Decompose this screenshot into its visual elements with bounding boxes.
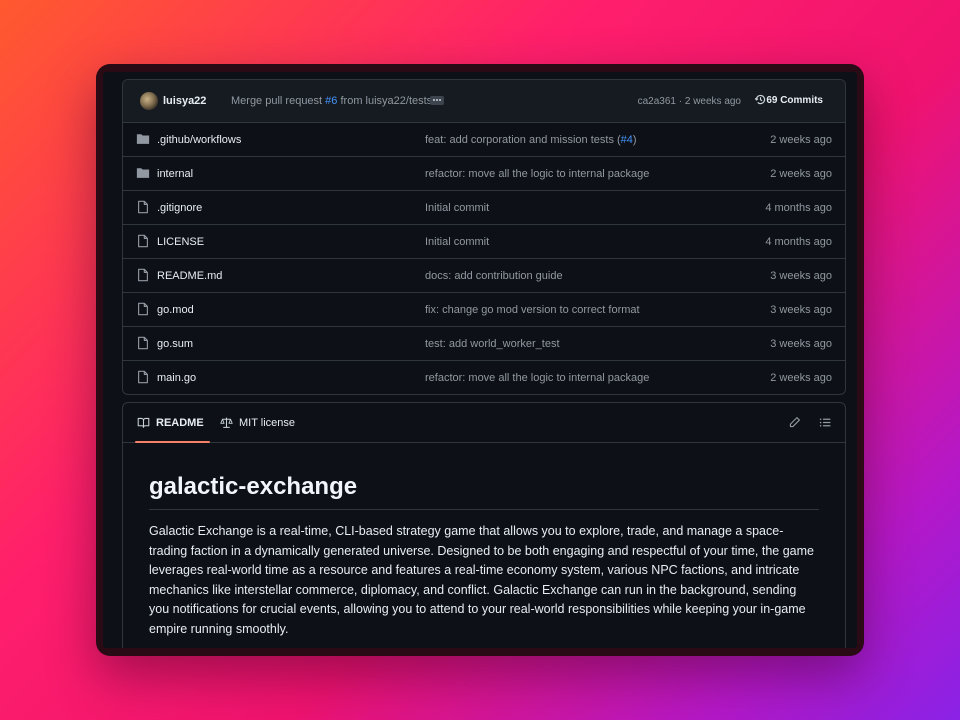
file-commit-text-end: ): [632, 134, 637, 146]
repo-screen: luisya22 Merge pull request #6 from luis…: [103, 72, 857, 648]
scale-icon: [220, 417, 233, 428]
file-commit-pr-link[interactable]: #4: [621, 134, 633, 146]
file-row[interactable]: LICENSE Initial commit 4 months ago: [123, 224, 845, 258]
file-icon: [138, 234, 148, 248]
file-commit-date: 4 months ago: [765, 202, 832, 214]
file-commit-message[interactable]: feat: add corporation and mission tests …: [425, 134, 637, 146]
file-commit-text: fix: change go mod version to correct fo…: [425, 304, 640, 316]
file-row[interactable]: go.sum test: add world_worker_test 3 weeks…: [123, 326, 845, 360]
readme-tabs: README MIT license: [123, 403, 845, 443]
file-commit-text: refactor: move all the logic to internal…: [425, 168, 650, 180]
file-row[interactable]: .github/workflows feat: add corporation a…: [123, 123, 845, 156]
file-commit-date: 2 weeks ago: [770, 372, 832, 384]
file-icon: [138, 302, 148, 316]
file-commit-message[interactable]: refactor: move all the logic to internal…: [425, 168, 649, 180]
readme-title: galactic-exchange: [149, 473, 819, 510]
file-commit-text: refactor: move all the logic to internal…: [425, 372, 650, 384]
file-commit-message[interactable]: Initial commit: [425, 202, 489, 214]
file-icon: [138, 370, 148, 384]
file-commit-date: 3 weeks ago: [770, 338, 832, 350]
file-name-link[interactable]: LICENSE: [157, 236, 204, 248]
commit-message[interactable]: Merge pull request #6 from luisya22/test…: [231, 95, 432, 107]
file-row[interactable]: internal refactor: move all the logic to …: [123, 156, 845, 190]
file-browser: luisya22 Merge pull request #6 from luis…: [122, 79, 846, 395]
commit-author-link[interactable]: luisya22: [163, 95, 206, 107]
readme-panel: README MIT license galactic-exchange Gal…: [122, 402, 846, 648]
folder-icon: [136, 168, 150, 178]
history-icon: [754, 94, 766, 105]
file-name-link[interactable]: internal: [157, 168, 193, 180]
readme-body: galactic-exchange Galactic Exchange is a…: [123, 473, 845, 639]
file-commit-date: 2 weeks ago: [770, 134, 832, 146]
file-name-link[interactable]: main.go: [157, 372, 196, 384]
file-icon: [138, 336, 148, 350]
commit-message-suffix: from luisya22/tests: [340, 95, 433, 107]
file-name-link[interactable]: README.md: [157, 270, 222, 282]
file-icon: [138, 200, 148, 214]
file-commit-date: 4 months ago: [765, 236, 832, 248]
folder-icon: [136, 134, 150, 144]
file-commit-message[interactable]: fix: change go mod version to correct fo…: [425, 304, 640, 316]
file-commit-message[interactable]: refactor: move all the logic to internal…: [425, 372, 649, 384]
tab-license[interactable]: MIT license: [220, 403, 295, 442]
file-list: .github/workflows feat: add corporation a…: [123, 123, 845, 394]
list-icon[interactable]: [819, 416, 832, 429]
ellipsis-icon[interactable]: [430, 96, 444, 105]
file-name-link[interactable]: .gitignore: [157, 202, 202, 214]
commits-count-link[interactable]: 69 Commits: [766, 95, 823, 106]
file-commit-date: 3 weeks ago: [770, 304, 832, 316]
file-name-link[interactable]: go.mod: [157, 304, 194, 316]
file-commit-message[interactable]: docs: add contribution guide: [425, 270, 563, 282]
tab-readme-label: README: [156, 416, 204, 429]
tab-readme[interactable]: README: [135, 403, 210, 443]
file-commit-text: Initial commit: [425, 202, 490, 214]
file-commit-message[interactable]: test: add world_worker_test: [425, 338, 560, 350]
commit-sha-time[interactable]: ca2a361 · 2 weeks ago: [638, 96, 741, 107]
avatar[interactable]: [140, 92, 158, 110]
pencil-icon[interactable]: [788, 416, 801, 429]
tab-license-label: MIT license: [239, 416, 296, 429]
file-commit-message[interactable]: Initial commit: [425, 236, 489, 248]
book-icon: [137, 417, 150, 428]
file-commit-date: 3 weeks ago: [770, 270, 832, 282]
file-row[interactable]: README.md docs: add contribution guide 3 w…: [123, 258, 845, 292]
file-row[interactable]: .gitignore Initial commit 4 months ago: [123, 190, 845, 224]
file-row[interactable]: main.go refactor: move all the logic to i…: [123, 360, 845, 394]
file-commit-text: Initial commit: [425, 236, 490, 248]
commit-message-prefix: Merge pull request: [231, 95, 323, 107]
file-name-link[interactable]: go.sum: [157, 338, 193, 350]
file-icon: [138, 268, 148, 282]
pr-link[interactable]: #6: [325, 95, 337, 107]
file-commit-text: feat: add corporation and mission tests …: [425, 134, 621, 146]
readme-description: Galactic Exchange is a real-time, CLI-ba…: [149, 524, 814, 636]
file-row[interactable]: go.mod fix: change go mod version to corr…: [123, 292, 845, 326]
file-commit-text: docs: add contribution guide: [425, 270, 563, 282]
file-commit-text: test: add world_worker_test: [425, 338, 560, 350]
latest-commit-bar: luisya22 Merge pull request #6 from luis…: [123, 80, 845, 123]
file-name-link[interactable]: .github/workflows: [157, 134, 241, 146]
file-commit-date: 2 weeks ago: [770, 168, 832, 180]
tab-selected-underline: [135, 441, 210, 443]
